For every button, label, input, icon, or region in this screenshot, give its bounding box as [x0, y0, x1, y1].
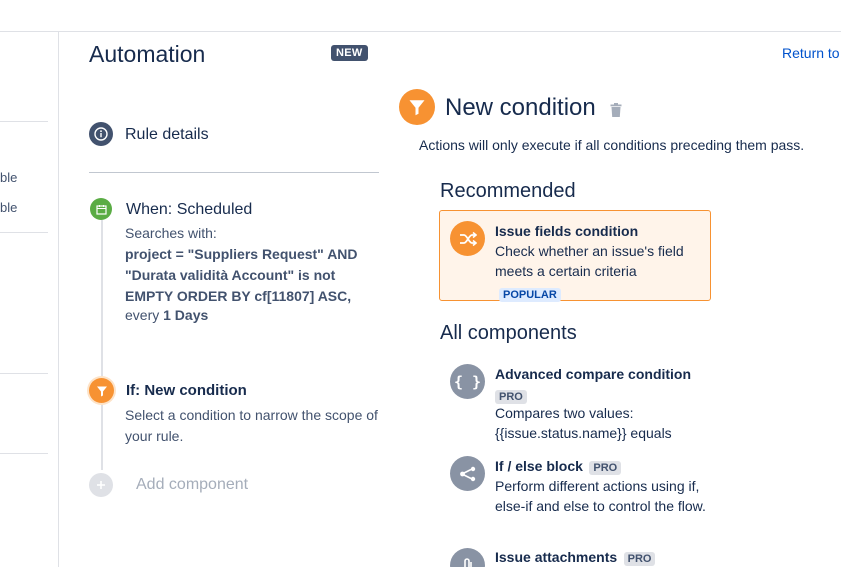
new-badge: NEW [331, 45, 368, 61]
divider [89, 172, 379, 173]
left-nav: ble ble [0, 32, 59, 567]
page-title: Automation [89, 41, 206, 67]
panel-description: Actions will only execute if all conditi… [419, 137, 805, 153]
filter-icon[interactable] [89, 378, 114, 403]
every-value: 1 Days [163, 307, 209, 323]
every-prefix: every [125, 307, 160, 323]
pro-lozenge: PRO [623, 552, 656, 566]
shuffle-icon [450, 221, 485, 256]
info-icon[interactable] [89, 122, 113, 146]
recommended-component-description: Check whether an issue's field meets a c… [495, 243, 684, 279]
recommended-component-name: Issue fields condition [495, 223, 639, 239]
component-item[interactable]: Issue attachments PRO [440, 546, 710, 567]
pro-lozenge: PRO [589, 461, 622, 475]
filter-icon [399, 89, 435, 125]
plus-icon[interactable] [89, 473, 113, 497]
condition-step-label[interactable]: If: New condition [126, 382, 247, 399]
component-description: Perform different actions using if, else… [495, 478, 706, 514]
timeline-line [101, 220, 103, 470]
recommended-heading: Recommended [440, 180, 576, 202]
schedule-interval: every 1 Days [125, 307, 208, 323]
jql-query: project = "Suppliers Request" AND "Durat… [125, 246, 358, 304]
nav-divider [0, 121, 48, 122]
nav-divider [0, 232, 48, 233]
trash-icon[interactable] [610, 103, 622, 117]
all-components-heading: All components [440, 322, 577, 344]
component-name: Issue attachments [495, 549, 618, 565]
component-description: Compares two values: {{issue.status.name… [495, 405, 672, 441]
component-name: Advanced compare condition [495, 366, 692, 382]
component-name: If / else block [495, 458, 583, 474]
pro-lozenge: PRO [495, 390, 527, 404]
rule-details-label[interactable]: Rule details [125, 126, 209, 144]
nav-item-fragment[interactable]: ble [0, 200, 17, 215]
panel-title: New condition [445, 94, 596, 121]
searches-label: Searches with: [125, 225, 217, 241]
calendar-icon[interactable] [90, 198, 112, 220]
paperclip-icon [450, 548, 485, 567]
component-item[interactable]: { } Advanced compare condition PRO Compa… [440, 362, 710, 442]
nav-divider [0, 453, 48, 454]
recommended-component-card[interactable]: Issue fields condition Check whether an … [439, 210, 711, 302]
add-component-button[interactable]: Add component [136, 476, 248, 494]
return-link[interactable]: Return to [782, 45, 840, 61]
condition-step-description: Select a condition to narrow the scope o… [125, 407, 378, 444]
nav-item-fragment[interactable]: ble [0, 170, 17, 185]
popular-lozenge: POPULAR [499, 288, 561, 302]
trigger-label[interactable]: When: Scheduled [126, 201, 252, 219]
branch-icon [450, 456, 485, 491]
top-bar [0, 0, 841, 32]
braces-icon: { } [450, 364, 485, 399]
nav-divider [0, 373, 48, 374]
component-item[interactable]: If / else block PRO Perform different ac… [440, 454, 710, 534]
